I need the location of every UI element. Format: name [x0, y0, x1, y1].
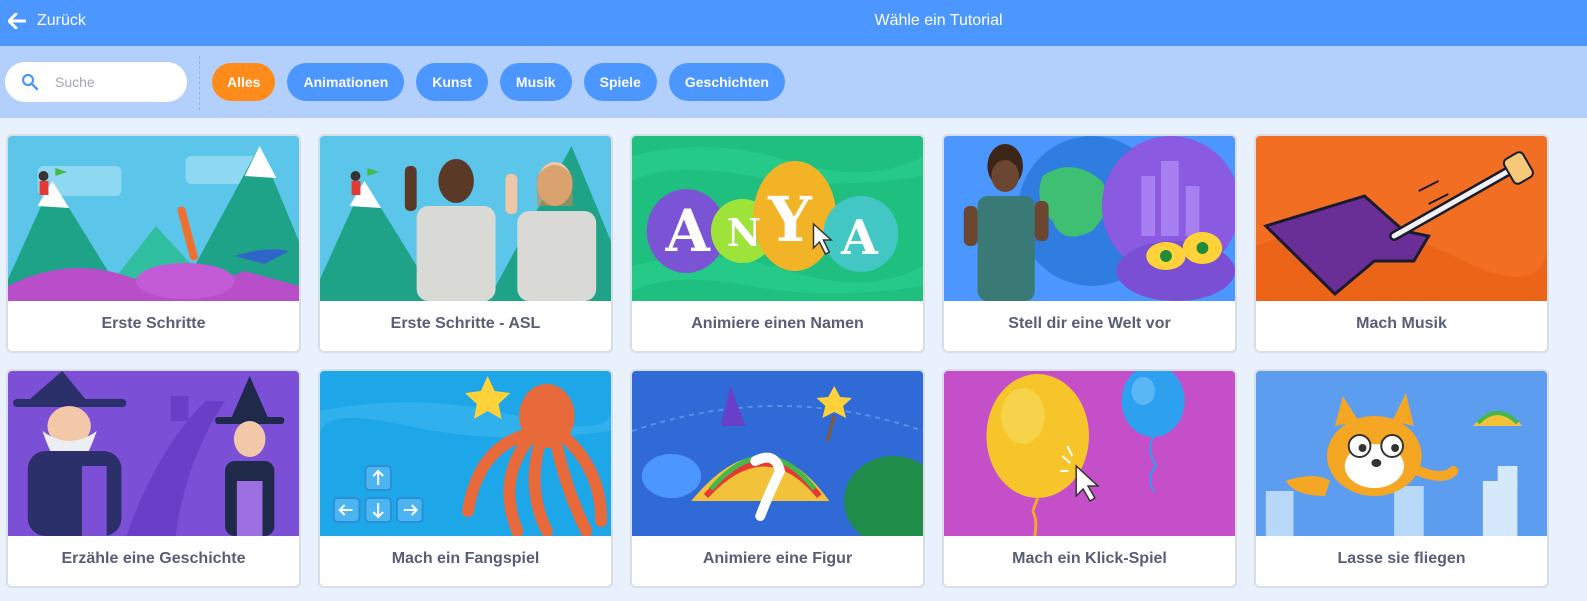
tag-animationen[interactable]: Animationen: [287, 63, 405, 101]
tutorial-title: Animiere eine Figur: [702, 550, 853, 567]
tutorial-thumbnail: [1256, 136, 1547, 301]
tutorial-title: Erste Schritte - ASL: [390, 315, 541, 332]
tutorial-card[interactable]: Mach Musik: [1254, 134, 1549, 353]
anya-letter-a: A: [665, 197, 712, 265]
tutorial-card[interactable]: Erzähle eine Geschichte: [6, 369, 301, 588]
tutorial-thumbnail: [1256, 371, 1547, 536]
tutorial-thumbnail: [944, 136, 1235, 301]
tutorial-title: Mach Musik: [1356, 315, 1447, 332]
search-icon: [21, 73, 39, 91]
tutorial-card[interactable]: Stell dir eine Welt vor: [942, 134, 1237, 353]
tutorial-card[interactable]: Erste Schritte - ASL: [318, 134, 613, 353]
tutorial-thumbnail: [8, 136, 299, 301]
tag-spiele[interactable]: Spiele: [583, 63, 657, 101]
tutorial-thumbnail: [944, 371, 1235, 536]
tutorial-card[interactable]: Mach ein Fangspiel: [318, 369, 613, 588]
search-box: [5, 62, 187, 102]
anya-letter-a2: A: [840, 210, 879, 266]
tutorial-grid: Erste Schritte Erste Schritte - ASL A N …: [6, 134, 1549, 588]
tutorial-thumbnail: A N Y A: [632, 136, 923, 301]
tutorial-card[interactable]: A N Y A Animiere einen Namen: [630, 134, 925, 353]
tutorial-title: Erzähle eine Geschichte: [61, 550, 246, 567]
tutorial-card[interactable]: Lasse sie fliegen: [1254, 369, 1549, 588]
tag-kunst[interactable]: Kunst: [416, 63, 488, 101]
anya-letter-y: Y: [767, 183, 813, 256]
tutorial-thumbnail: [632, 371, 923, 536]
tag-musik[interactable]: Musik: [499, 63, 572, 101]
tutorial-card[interactable]: Mach ein Klick-Spiel: [942, 369, 1237, 588]
tutorial-title: Stell dir eine Welt vor: [1008, 315, 1171, 332]
tutorial-thumbnail: [320, 136, 611, 301]
tag-geschichten[interactable]: Geschichten: [668, 63, 785, 101]
filter-divider: [199, 56, 200, 110]
tutorial-title: Mach ein Klick-Spiel: [1012, 550, 1167, 567]
tag-list: Alles Animationen Kunst Musik Spiele Ges…: [212, 63, 785, 101]
tutorial-title: Mach ein Fangspiel: [391, 550, 540, 567]
tutorial-card[interactable]: Erste Schritte: [6, 134, 301, 353]
tutorial-title: Animiere einen Namen: [691, 315, 864, 332]
tutorial-thumbnail: [8, 371, 299, 536]
tutorial-title: Lasse sie fliegen: [1337, 550, 1466, 567]
tutorial-title: Erste Schritte: [101, 315, 206, 332]
anya-letter-n: N: [727, 211, 761, 255]
tutorial-card[interactable]: Animiere eine Figur: [630, 369, 925, 588]
page-title: Wähle ein Tutorial: [874, 12, 1003, 29]
header-bar: Zurück Wähle ein Tutorial: [0, 0, 1587, 46]
tutorial-thumbnail: [320, 371, 611, 536]
search-input[interactable]: [51, 70, 176, 94]
filter-bar: Alles Animationen Kunst Musik Spiele Ges…: [0, 46, 1587, 118]
tag-alles[interactable]: Alles: [212, 63, 276, 101]
